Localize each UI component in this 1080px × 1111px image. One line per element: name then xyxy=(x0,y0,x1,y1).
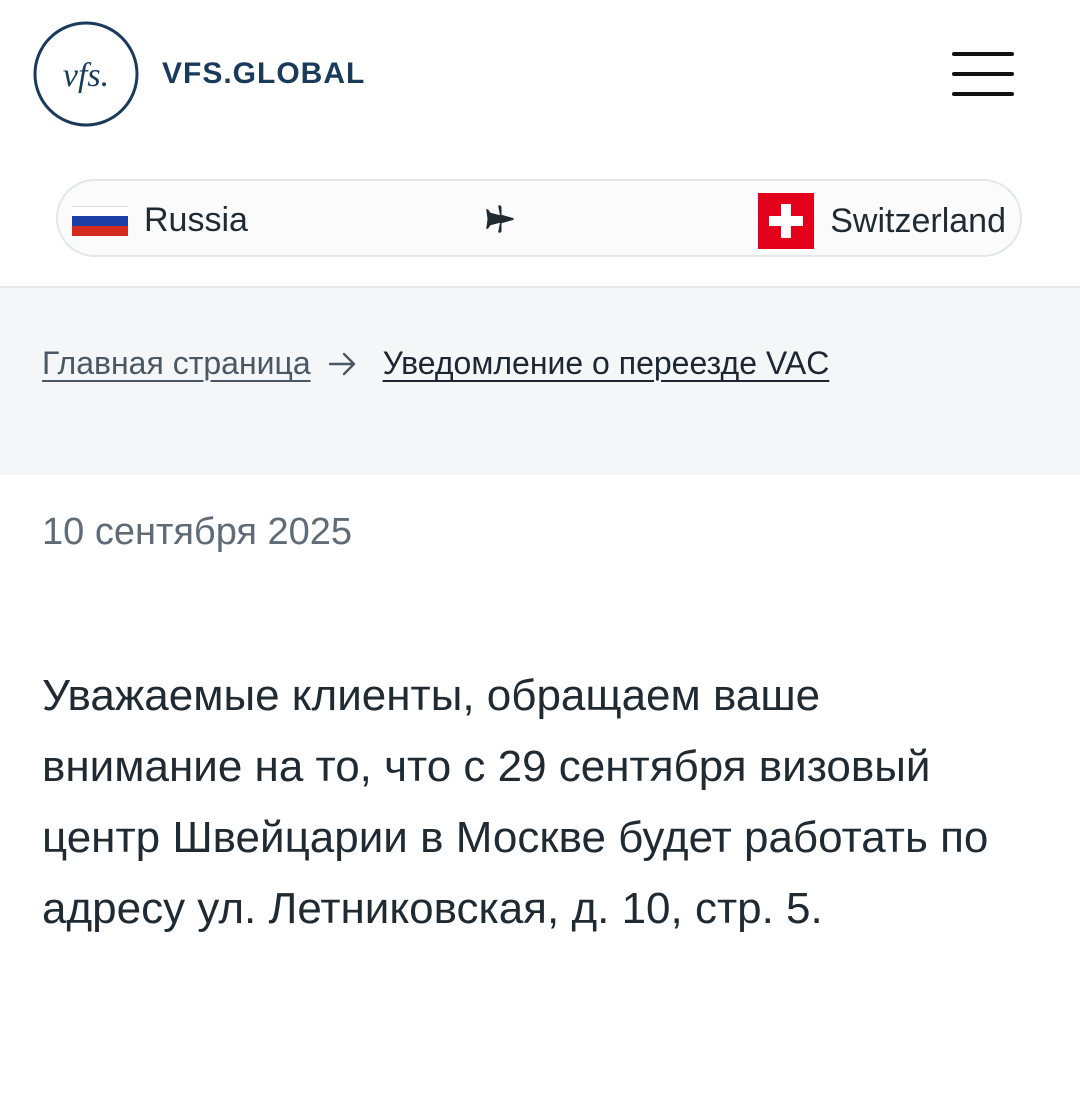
hamburger-menu-icon[interactable] xyxy=(952,50,1014,98)
vfs-logo-mark: vfs. xyxy=(33,21,139,127)
destination-country: Switzerland xyxy=(758,193,1006,249)
menu-line xyxy=(952,72,1014,76)
logo-wordmark: VFS.GLOBAL xyxy=(162,57,366,90)
site-header: vfs. VFS.GLOBAL xyxy=(0,0,1080,150)
vfs-global-logo[interactable]: vfs. VFS.GLOBAL xyxy=(32,20,365,128)
breadcrumb-current-page[interactable]: Уведомление о переезде VAC xyxy=(383,345,830,382)
menu-line xyxy=(952,92,1014,96)
airplane-icon xyxy=(486,205,514,233)
breadcrumb: Главная страница Уведомление о переезде … xyxy=(42,345,829,382)
article-body: Уважаемые клиенты, обращаем ваше внимани… xyxy=(42,671,989,933)
origin-country-label: Russia xyxy=(144,201,248,239)
switzerland-flag-icon xyxy=(758,193,815,249)
russia-flag-icon xyxy=(72,205,128,236)
menu-line xyxy=(952,52,1014,56)
arrow-right-icon xyxy=(328,352,355,375)
page: vfs. VFS.GLOBAL Russia Switzerland Главн… xyxy=(0,0,1080,1111)
article-date: 10 сентября 2025 xyxy=(42,511,353,553)
destination-country-label: Switzerland xyxy=(830,201,1006,240)
country-route-selector[interactable]: Russia Switzerland xyxy=(56,179,1022,257)
breadcrumb-home-link[interactable]: Главная страница xyxy=(42,345,311,382)
svg-text:vfs.: vfs. xyxy=(63,57,109,94)
breadcrumb-band: Главная страница Уведомление о переезде … xyxy=(0,288,1080,475)
origin-country: Russia xyxy=(72,201,248,240)
